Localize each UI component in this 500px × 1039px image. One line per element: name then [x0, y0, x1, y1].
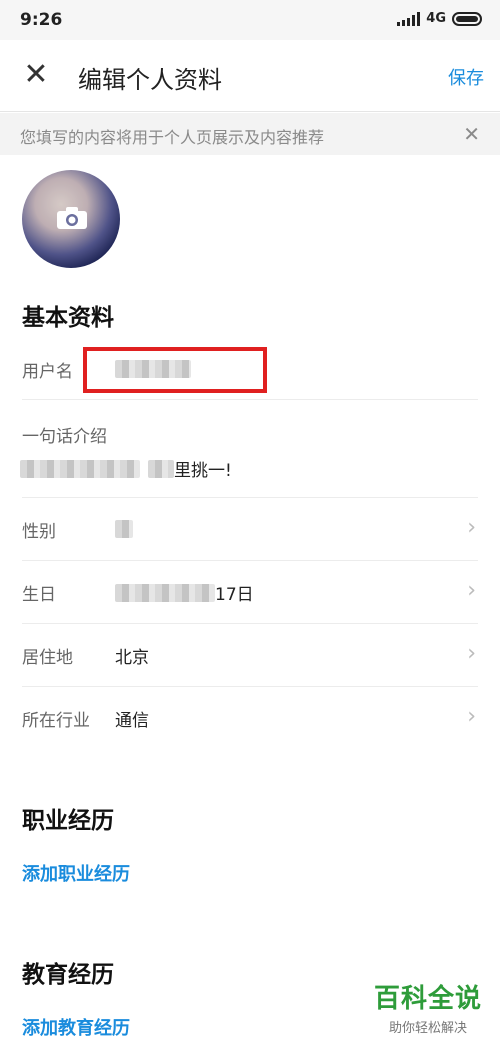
birthday-redacted	[115, 583, 215, 602]
intro-redacted	[20, 459, 140, 478]
birthday-row[interactable]: 生日 17日 ›	[0, 561, 500, 623]
career-title: 职业经历	[22, 808, 114, 834]
notice-text: 您填写的内容将用于个人页展示及内容推荐	[20, 128, 325, 147]
watermark-subtitle: 助你轻松解决	[388, 1021, 467, 1036]
close-icon[interactable]: ✕	[20, 60, 52, 92]
watermark: 百科全说 助你轻松解决	[374, 978, 482, 1036]
status-icons: 4G	[397, 11, 482, 26]
location-label: 居住地	[22, 648, 73, 668]
username-label: 用户名	[22, 362, 73, 382]
avatar[interactable]	[22, 170, 120, 268]
education-title: 教育经历	[22, 962, 114, 988]
industry-label: 所在行业	[22, 711, 90, 731]
app-header: ✕ 编辑个人资料 保存	[0, 40, 500, 112]
add-career-link[interactable]: 添加职业经历	[22, 860, 130, 886]
network-label: 4G	[426, 11, 446, 26]
camera-icon	[57, 207, 87, 229]
chevron-right-icon: ›	[467, 704, 476, 729]
gender-row[interactable]: 性别 ›	[0, 498, 500, 560]
chevron-right-icon: ›	[467, 641, 476, 666]
battery-icon	[452, 11, 482, 26]
notice-banner: 您填写的内容将用于个人页展示及内容推荐 ✕	[0, 113, 500, 155]
gender-redacted	[115, 520, 133, 538]
divider	[22, 399, 478, 400]
chevron-right-icon: ›	[467, 578, 476, 603]
page-title: 编辑个人资料	[78, 66, 222, 94]
watermark-title: 百科全说	[373, 984, 482, 1014]
intro-label: 一句话介绍	[22, 427, 107, 447]
intro-value[interactable]: 里挑一!	[20, 456, 232, 481]
birthday-value: 17日	[115, 580, 254, 605]
status-time: 9:26	[20, 10, 63, 30]
add-education-link[interactable]: 添加教育经历	[22, 1014, 130, 1039]
username-highlight	[83, 347, 267, 393]
birthday-suffix: 17日	[215, 585, 254, 605]
industry-row[interactable]: 所在行业 通信 ›	[0, 687, 500, 749]
signal-icon	[397, 11, 421, 26]
location-value: 北京	[115, 648, 149, 668]
chevron-right-icon: ›	[467, 515, 476, 540]
birthday-label: 生日	[22, 585, 56, 605]
industry-value: 通信	[115, 711, 149, 731]
gender-value	[115, 519, 133, 539]
basic-info-title: 基本资料	[22, 305, 114, 331]
notice-close-icon[interactable]: ✕	[463, 122, 480, 146]
save-button[interactable]: 保存	[448, 64, 484, 90]
status-bar: 9:26 4G	[0, 0, 500, 40]
intro-redacted	[148, 459, 174, 478]
location-row[interactable]: 居住地 北京 ›	[0, 624, 500, 686]
intro-suffix: 里挑一!	[174, 461, 232, 481]
gender-label: 性别	[22, 522, 56, 542]
